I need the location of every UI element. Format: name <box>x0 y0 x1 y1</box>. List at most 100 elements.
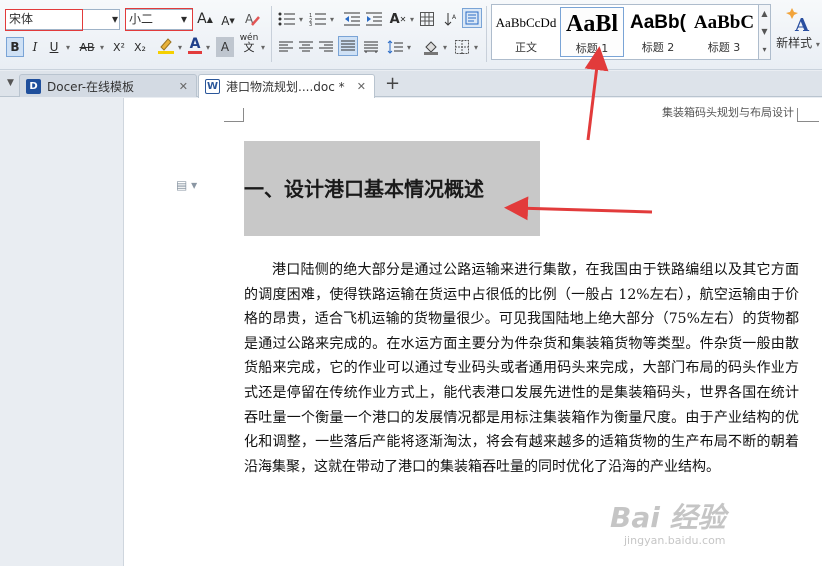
new-style-dropdown-icon: ▾ <box>815 40 820 49</box>
text-direction-label: A <box>389 11 400 27</box>
strikethrough-dropdown-icon[interactable]: ▾ <box>98 37 106 57</box>
line-spacing-icon[interactable] <box>385 37 405 57</box>
bold-button[interactable]: B <box>6 37 24 57</box>
phonetic-guide-button[interactable]: wén 文 <box>238 33 260 53</box>
watermark-logo: Bai 经验 <box>610 501 726 534</box>
document-tab-bar: ▼ D Docer-在线模板 ✕ W 港口物流规划....doc * ✕ + <box>0 71 822 98</box>
table-grid-icon[interactable] <box>418 9 436 29</box>
style-heading-3-name: 标题 3 <box>707 41 741 54</box>
italic-label: I <box>32 40 38 54</box>
style-heading-2-name: 标题 2 <box>641 41 675 54</box>
superscript-button[interactable]: X² <box>110 37 128 57</box>
text-direction-dropdown-icon[interactable]: ▾ <box>408 9 416 29</box>
font-color-label: A <box>189 35 201 52</box>
paragraph-shading-icon[interactable] <box>421 37 441 57</box>
ribbon-toolbar: 宋体 ▾ 小二 ▾ A ▲ A ▼ A B I U ▾ AB ▾ X² X₂ ▾ A… <box>0 0 822 70</box>
docer-icon: D <box>26 78 41 94</box>
tab-docer-templates[interactable]: D Docer-在线模板 ✕ <box>19 74 197 97</box>
tab-list-dropdown-icon[interactable]: ▼ <box>7 78 14 88</box>
borders-dropdown-icon[interactable]: ▾ <box>472 37 480 57</box>
char-shading-label: A <box>220 40 230 54</box>
style-heading-1[interactable]: AaBl 标题 1 <box>560 7 624 57</box>
subscript-button[interactable]: X₂ <box>131 37 149 57</box>
watermark-url: jingyan.baidu.com <box>624 534 726 547</box>
style-heading-2[interactable]: AaBb( 标题 2 <box>626 7 690 57</box>
font-name-dropdown-icon[interactable]: ▾ <box>110 9 120 29</box>
new-style-icon: A <box>786 8 810 34</box>
document-heading[interactable]: 一、设计港口基本情况概述 <box>244 173 484 202</box>
style-heading-3[interactable]: AaBbC 标题 3 <box>692 7 756 57</box>
italic-button[interactable]: I <box>27 37 43 57</box>
underline-button[interactable]: U <box>46 37 62 57</box>
close-icon[interactable]: ✕ <box>179 80 188 93</box>
underline-label: U <box>49 40 59 54</box>
justify-icon[interactable] <box>338 36 358 56</box>
style-normal[interactable]: AaBbCcDd 正文 <box>494 7 558 57</box>
font-color-bar <box>188 50 202 54</box>
align-left-icon[interactable] <box>277 37 295 57</box>
numbered-dropdown-icon[interactable]: ▾ <box>328 9 336 29</box>
text-direction-button[interactable]: A ✕ <box>388 9 408 29</box>
bullet-dropdown-icon[interactable]: ▾ <box>297 9 305 29</box>
close-icon[interactable]: ✕ <box>357 80 366 93</box>
show-marks-icon[interactable] <box>462 8 482 28</box>
crop-mark <box>797 108 798 122</box>
new-style-button[interactable]: A 新样式 ▾ <box>776 6 820 58</box>
crop-mark <box>224 121 244 122</box>
style-normal-name: 正文 <box>515 41 537 54</box>
styles-gallery-scroll[interactable]: ▲ ▼ ▾ <box>759 4 771 60</box>
grow-font-button[interactable]: A ▲ <box>196 9 214 29</box>
svg-text:A: A <box>452 14 457 21</box>
style-normal-sample: AaBbCcDd <box>495 15 557 30</box>
gallery-scroll-up-icon[interactable]: ▲ <box>759 5 770 23</box>
paragraph-handle-icon[interactable]: ▤ ▾ <box>176 178 197 192</box>
gallery-more-icon[interactable]: ▾ <box>759 41 770 59</box>
font-name-value: 宋体 <box>9 12 34 26</box>
svg-text:A: A <box>794 15 810 34</box>
font-color-dropdown-icon[interactable]: ▾ <box>204 37 212 57</box>
paragraph-shading-dropdown-icon[interactable]: ▾ <box>441 37 449 57</box>
ribbon-separator <box>271 6 272 62</box>
line-spacing-dropdown-icon[interactable]: ▾ <box>405 37 413 57</box>
font-color-button[interactable]: A <box>186 35 204 55</box>
document-body-paragraph[interactable]: 港口陆侧的绝大部分是通过公路运输来进行集散，在我国由于铁路编组以及其它方面的调度… <box>244 258 799 479</box>
borders-icon[interactable] <box>453 37 471 57</box>
underline-dropdown-icon[interactable]: ▾ <box>63 37 73 57</box>
tab-document-label: 港口物流规划....doc * <box>226 80 345 94</box>
numbered-list-icon[interactable]: 123 <box>308 9 328 29</box>
left-nav-pane <box>0 98 124 566</box>
font-size-value: 小二 <box>129 12 154 26</box>
new-style-label: 新样式 <box>776 36 813 50</box>
crop-mark <box>797 121 819 122</box>
strikethrough-label: AB <box>79 40 95 54</box>
highlight-dropdown-icon[interactable]: ▾ <box>176 37 184 57</box>
font-size-dropdown-icon[interactable]: ▾ <box>178 9 190 29</box>
decrease-indent-icon[interactable] <box>342 9 362 29</box>
subscript-label: X₂ <box>134 40 146 54</box>
grow-font-label: A <box>197 11 207 27</box>
shrink-font-button[interactable]: A ▼ <box>220 11 236 31</box>
style-heading-1-sample: AaBl <box>565 11 618 37</box>
tab-active-document[interactable]: W 港口物流规划....doc * ✕ <box>198 74 375 98</box>
clear-format-icon[interactable]: A <box>242 9 262 29</box>
bold-label: B <box>10 40 20 54</box>
gallery-scroll-down-icon[interactable]: ▼ <box>759 23 770 41</box>
styles-gallery: AaBbCcDd 正文 AaBl 标题 1 AaBb( 标题 2 AaBbC 标… <box>491 4 759 60</box>
char-shading-button[interactable]: A <box>216 37 234 57</box>
align-right-icon[interactable] <box>317 37 335 57</box>
phonetic-dropdown-icon[interactable]: ▾ <box>259 37 267 57</box>
baidu-jingyan-watermark: Bai 经验 jingyan.baidu.com <box>610 496 810 562</box>
bullet-list-icon[interactable] <box>277 9 297 29</box>
distributed-align-icon[interactable] <box>362 37 380 57</box>
sort-icon[interactable]: A <box>442 9 460 29</box>
style-heading-3-sample: AaBbC <box>693 12 755 33</box>
highlight-pen-icon[interactable] <box>156 35 176 55</box>
font-name-input[interactable]: 宋体 <box>5 9 120 30</box>
increase-indent-icon[interactable] <box>364 9 384 29</box>
align-center-icon[interactable] <box>297 37 315 57</box>
superscript-label: X² <box>113 40 125 54</box>
shrink-font-label: A <box>221 14 230 28</box>
svg-text:3: 3 <box>309 22 312 26</box>
new-tab-button[interactable]: + <box>385 73 400 94</box>
strikethrough-button[interactable]: AB <box>76 37 98 57</box>
